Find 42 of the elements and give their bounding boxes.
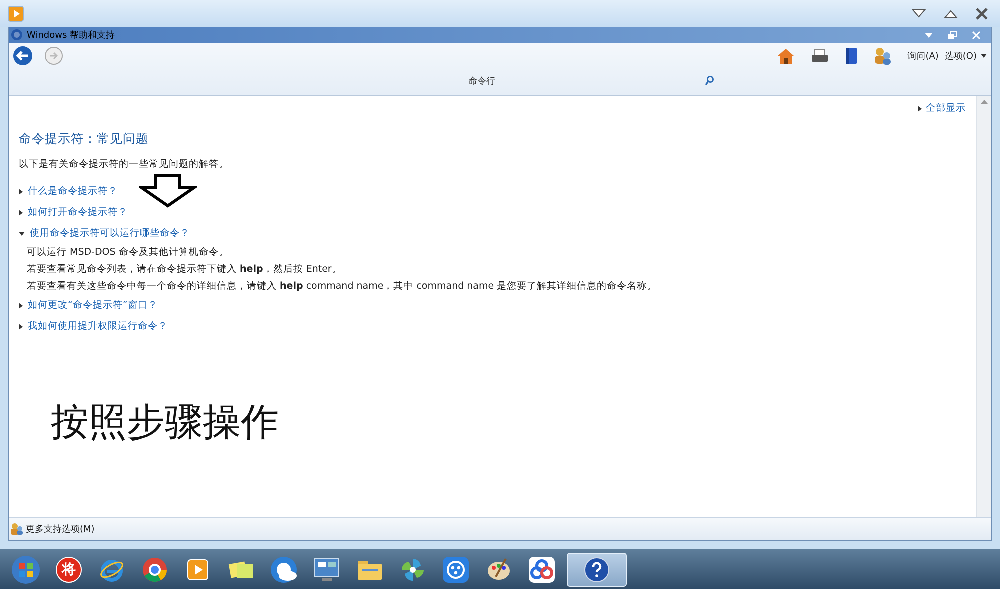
restore-icon[interactable] (948, 30, 958, 40)
people-icon (11, 523, 23, 535)
pinwheel-icon[interactable] (400, 556, 426, 582)
intro-text: 以下是有关命令提示符的一些常见问题的解答。 (19, 158, 230, 171)
handwritten-caption: 按照步骤操作 (51, 399, 279, 446)
answer-text: 若要查看有关这些命令中每一个命令的详细信息，请键入 help command name，其中 command name 是您要了解其详细信息的命令名称。 (26, 280, 658, 294)
more-support-options-link[interactable]: 更多支持选项(M) (26, 522, 95, 536)
search-field[interactable]: 命令行 (466, 75, 514, 87)
start-orb-icon[interactable] (11, 554, 41, 584)
question-link[interactable]: 使用命令提示符可以运行哪些命令？ (30, 227, 190, 240)
search-icon[interactable] (704, 76, 714, 86)
taskbar-app-button[interactable]: 将 (56, 556, 82, 582)
answer-text: 可以运行 MSD-DOS 命令及其他计算机命令。 (26, 246, 230, 260)
question-link[interactable]: 我如何使用提升权限运行命令？ (28, 320, 168, 333)
answer-text: 若要查看常见命令列表，请在命令提示符下键入 help，然后按 Enter。 (26, 263, 343, 277)
down-arrow-drawing (139, 174, 197, 208)
page-heading: 命令提示符：常见问题 (19, 131, 150, 148)
menu-button[interactable]: 询问(A) (908, 50, 939, 62)
chrome-icon[interactable] (142, 556, 168, 582)
expand-arrow-icon (918, 106, 922, 112)
printer-icon[interactable] (810, 49, 829, 63)
question-link[interactable]: 如何打开命令提示符？ (28, 206, 128, 219)
book-icon[interactable] (844, 47, 858, 65)
dots-app-icon[interactable] (442, 556, 470, 584)
close-icon[interactable] (976, 8, 988, 20)
menu-button[interactable]: 选项(O) (944, 50, 987, 62)
people-icon[interactable] (874, 47, 892, 65)
player-icon[interactable] (186, 558, 210, 582)
show-all-link[interactable]: 全部显示 (926, 102, 966, 115)
taskbar-active-tab[interactable] (567, 552, 627, 586)
minimize-icon[interactable] (912, 8, 926, 18)
window-title: Windows 帮助和支持 (27, 30, 116, 42)
back-icon[interactable] (13, 46, 33, 66)
maximize-icon[interactable] (944, 8, 958, 18)
netdisk-icon[interactable] (528, 556, 556, 584)
player-icon (8, 6, 24, 22)
question-link[interactable]: 如何更改“命令提示符”窗口？ (28, 299, 158, 312)
cloud-app-icon[interactable] (270, 556, 298, 584)
control-panel-icon[interactable] (314, 556, 340, 582)
question-link[interactable]: 什么是命令提示符？ (28, 185, 118, 198)
house-icon[interactable] (776, 48, 795, 64)
palette-icon[interactable] (486, 556, 512, 582)
